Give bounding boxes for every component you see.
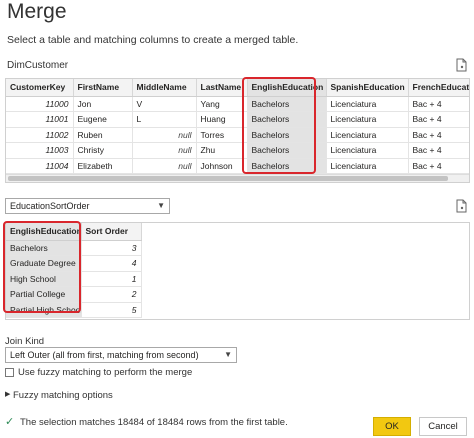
triangle-right-icon[interactable]: ▶ <box>5 390 10 398</box>
fuzzy-matching-label[interactable]: Use fuzzy matching to perform the merge <box>18 367 192 378</box>
table-row: Bachelors 3 <box>6 240 142 256</box>
ok-button[interactable]: OK <box>373 417 411 436</box>
table-cell: Johnson <box>196 158 248 174</box>
top-table-name: DimCustomer <box>7 60 69 71</box>
table-row: 11003 Christy null Zhu Bachelors Licenciatura… <box>6 142 469 159</box>
table-cell: Partial High School <box>6 302 82 318</box>
table-cell: Licenciatura <box>326 158 409 174</box>
table-cell: Bac + 4 <box>408 127 469 143</box>
table-cell: 2 <box>81 286 142 303</box>
table-cell: null <box>132 158 197 174</box>
table-cell: Christy <box>73 142 133 159</box>
join-kind-label: Join Kind <box>5 336 45 347</box>
table-cell: Licenciatura <box>326 142 409 159</box>
table-cell: Licenciatura <box>326 127 409 143</box>
table-cell: Bac + 4 <box>408 111 469 128</box>
table-cell: Bac + 4 <box>408 142 469 159</box>
table-cell: 3 <box>81 240 142 256</box>
table-cell: Jon <box>73 96 133 112</box>
dialog-title: Merge <box>7 0 67 23</box>
table-cell: 11003 <box>6 142 74 159</box>
join-kind-select-value: Left Outer (all from first, matching fro… <box>10 350 199 360</box>
table-cell: High School <box>6 271 82 287</box>
column-header[interactable]: SpanishEducation <box>326 79 409 97</box>
table-row: 11001 Eugene L Huang Bachelors Licenciatura Ba… <box>6 111 469 128</box>
table-cell: Graduate Degree <box>6 255 82 272</box>
table-cell: 4 <box>81 255 142 272</box>
join-kind-select[interactable]: Left Outer (all from first, matching fro… <box>5 347 237 363</box>
fuzzy-options-toggle[interactable]: Fuzzy matching options <box>13 390 113 401</box>
table-row: Partial High School 5 <box>6 302 142 318</box>
table-row: 11000 Jon V Yang Bachelors Licenciatura Bac + … <box>6 96 469 112</box>
table-cell: 11000 <box>6 96 74 112</box>
column-header[interactable]: Sort Order <box>81 223 142 241</box>
file-preview-icon[interactable] <box>454 58 468 72</box>
table-cell: Bachelors <box>247 111 327 128</box>
table-cell: null <box>132 142 197 159</box>
table-cell: Torres <box>196 127 248 143</box>
table-cell: Bac + 4 <box>408 96 469 112</box>
column-header[interactable]: FirstName <box>73 79 133 97</box>
table-cell: Partial College <box>6 286 82 303</box>
status-message: The selection matches 18484 of 18484 row… <box>20 417 288 428</box>
scrollbar-thumb[interactable] <box>8 176 448 181</box>
table-row: Partial College 2 <box>6 286 142 303</box>
dialog-subtitle: Select a table and matching columns to c… <box>7 34 299 46</box>
second-table-grid[interactable]: EnglishEducation Sort Order Bachelors 3 Gra… <box>5 222 470 320</box>
table-cell: Zhu <box>196 142 248 159</box>
table-cell: null <box>132 127 197 143</box>
table-cell: Ruben <box>73 127 133 143</box>
table-cell: Elizabeth <box>73 158 133 174</box>
chevron-down-icon: ▼ <box>157 201 165 210</box>
table-row: 11002 Ruben null Torres Bachelors Licenciatur… <box>6 127 469 143</box>
column-header[interactable]: EnglishEducation <box>6 223 82 241</box>
table-cell: Bachelors <box>247 96 327 112</box>
table-cell: L <box>132 111 197 128</box>
table-cell: Bachelors <box>247 142 327 159</box>
top-table-scrollbar[interactable] <box>6 174 469 182</box>
checkmark-icon: ✓ <box>5 416 15 428</box>
table-cell: Licenciatura <box>326 96 409 112</box>
table-row: 11004 Elizabeth null Johnson Bachelors Licenc… <box>6 158 469 174</box>
table-cell: Bachelors <box>247 127 327 143</box>
table-cell: Yang <box>196 96 248 112</box>
table-cell: 11002 <box>6 127 74 143</box>
table-cell: 11001 <box>6 111 74 128</box>
top-table-grid[interactable]: CustomerKey FirstName MiddleName LastName En… <box>5 78 470 183</box>
table-cell: 1 <box>81 271 142 287</box>
table-cell: Licenciatura <box>326 111 409 128</box>
table-row: High School 1 <box>6 271 142 287</box>
table-cell: 11004 <box>6 158 74 174</box>
cancel-button[interactable]: Cancel <box>419 417 467 436</box>
column-header[interactable]: LastName <box>196 79 248 97</box>
table-cell: Huang <box>196 111 248 128</box>
table-cell: V <box>132 96 197 112</box>
column-header[interactable]: EnglishEducation <box>247 79 327 97</box>
file-preview-icon[interactable] <box>454 199 468 213</box>
fuzzy-matching-checkbox[interactable] <box>5 368 14 377</box>
second-table-select[interactable]: EducationSortOrder ▼ <box>5 198 170 214</box>
second-table-select-value: EducationSortOrder <box>10 201 90 211</box>
column-header[interactable]: MiddleName <box>132 79 197 97</box>
chevron-down-icon: ▼ <box>224 350 232 359</box>
table-cell: Bac + 4 <box>408 158 469 174</box>
table-cell: Eugene <box>73 111 133 128</box>
table-cell: 5 <box>81 302 142 318</box>
column-header[interactable]: CustomerKey <box>6 79 74 97</box>
table-cell: Bachelors <box>6 240 82 256</box>
table-cell: Bachelors <box>247 158 327 174</box>
column-header[interactable]: FrenchEducation <box>408 79 469 97</box>
table-row: Graduate Degree 4 <box>6 255 142 272</box>
